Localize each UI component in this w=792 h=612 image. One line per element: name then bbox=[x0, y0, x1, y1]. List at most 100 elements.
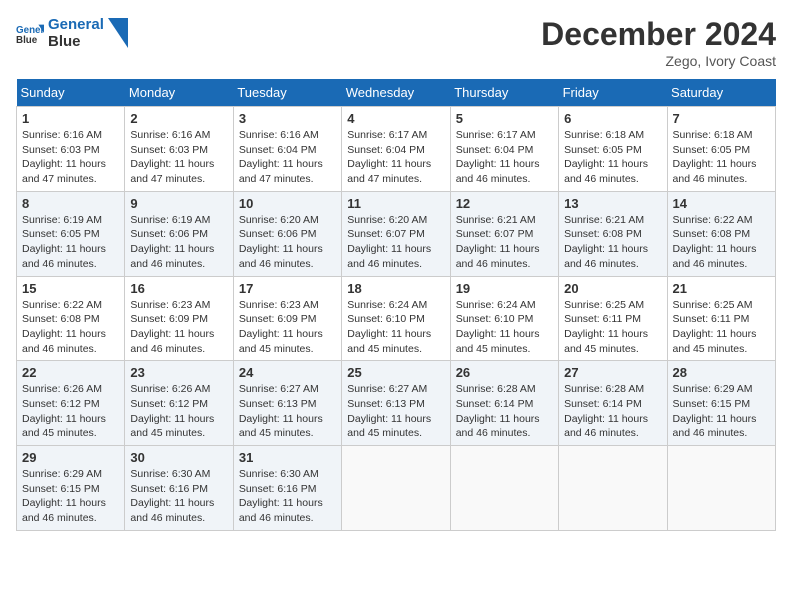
day-number: 31 bbox=[239, 450, 336, 465]
day-number: 14 bbox=[673, 196, 770, 211]
col-saturday: Saturday bbox=[667, 79, 775, 107]
table-row: 16 Sunrise: 6:23 AM Sunset: 6:09 PM Dayl… bbox=[125, 276, 233, 361]
table-row: 11 Sunrise: 6:20 AM Sunset: 6:07 PM Dayl… bbox=[342, 191, 450, 276]
day-number: 11 bbox=[347, 196, 444, 211]
table-row bbox=[667, 446, 775, 531]
day-number: 17 bbox=[239, 281, 336, 296]
table-row: 27 Sunrise: 6:28 AM Sunset: 6:14 PM Dayl… bbox=[559, 361, 667, 446]
col-thursday: Thursday bbox=[450, 79, 558, 107]
table-row: 9 Sunrise: 6:19 AM Sunset: 6:06 PM Dayli… bbox=[125, 191, 233, 276]
day-info: Sunrise: 6:18 AM Sunset: 6:05 PM Dayligh… bbox=[673, 128, 770, 187]
logo: General Blue General Blue bbox=[16, 16, 128, 50]
table-row: 23 Sunrise: 6:26 AM Sunset: 6:12 PM Dayl… bbox=[125, 361, 233, 446]
day-info: Sunrise: 6:19 AM Sunset: 6:06 PM Dayligh… bbox=[130, 213, 227, 272]
day-info: Sunrise: 6:18 AM Sunset: 6:05 PM Dayligh… bbox=[564, 128, 661, 187]
day-number: 19 bbox=[456, 281, 553, 296]
table-row: 3 Sunrise: 6:16 AM Sunset: 6:04 PM Dayli… bbox=[233, 107, 341, 192]
day-info: Sunrise: 6:20 AM Sunset: 6:07 PM Dayligh… bbox=[347, 213, 444, 272]
table-row: 17 Sunrise: 6:23 AM Sunset: 6:09 PM Dayl… bbox=[233, 276, 341, 361]
day-number: 16 bbox=[130, 281, 227, 296]
day-info: Sunrise: 6:28 AM Sunset: 6:14 PM Dayligh… bbox=[564, 382, 661, 441]
calendar-header-row: Sunday Monday Tuesday Wednesday Thursday… bbox=[17, 79, 776, 107]
day-number: 10 bbox=[239, 196, 336, 211]
day-number: 8 bbox=[22, 196, 119, 211]
day-number: 4 bbox=[347, 111, 444, 126]
table-row: 2 Sunrise: 6:16 AM Sunset: 6:03 PM Dayli… bbox=[125, 107, 233, 192]
table-row: 22 Sunrise: 6:26 AM Sunset: 6:12 PM Dayl… bbox=[17, 361, 125, 446]
table-row: 13 Sunrise: 6:21 AM Sunset: 6:08 PM Dayl… bbox=[559, 191, 667, 276]
day-info: Sunrise: 6:30 AM Sunset: 6:16 PM Dayligh… bbox=[239, 467, 336, 526]
table-row: 14 Sunrise: 6:22 AM Sunset: 6:08 PM Dayl… bbox=[667, 191, 775, 276]
table-row: 6 Sunrise: 6:18 AM Sunset: 6:05 PM Dayli… bbox=[559, 107, 667, 192]
month-title: December 2024 bbox=[541, 16, 776, 53]
table-row: 12 Sunrise: 6:21 AM Sunset: 6:07 PM Dayl… bbox=[450, 191, 558, 276]
logo-icon: General Blue bbox=[16, 19, 44, 47]
table-row: 1 Sunrise: 6:16 AM Sunset: 6:03 PM Dayli… bbox=[17, 107, 125, 192]
day-number: 30 bbox=[130, 450, 227, 465]
title-area: December 2024 Zego, Ivory Coast bbox=[541, 16, 776, 69]
table-row: 18 Sunrise: 6:24 AM Sunset: 6:10 PM Dayl… bbox=[342, 276, 450, 361]
calendar-table: Sunday Monday Tuesday Wednesday Thursday… bbox=[16, 79, 776, 531]
page-header: General Blue General Blue December 2024 … bbox=[16, 16, 776, 69]
col-friday: Friday bbox=[559, 79, 667, 107]
col-tuesday: Tuesday bbox=[233, 79, 341, 107]
day-number: 18 bbox=[347, 281, 444, 296]
table-row bbox=[559, 446, 667, 531]
location: Zego, Ivory Coast bbox=[541, 53, 776, 69]
table-row: 30 Sunrise: 6:30 AM Sunset: 6:16 PM Dayl… bbox=[125, 446, 233, 531]
day-number: 28 bbox=[673, 365, 770, 380]
day-number: 22 bbox=[22, 365, 119, 380]
day-info: Sunrise: 6:23 AM Sunset: 6:09 PM Dayligh… bbox=[130, 298, 227, 357]
day-info: Sunrise: 6:27 AM Sunset: 6:13 PM Dayligh… bbox=[239, 382, 336, 441]
logo-blue: Blue bbox=[48, 33, 104, 50]
day-number: 29 bbox=[22, 450, 119, 465]
table-row: 25 Sunrise: 6:27 AM Sunset: 6:13 PM Dayl… bbox=[342, 361, 450, 446]
day-number: 26 bbox=[456, 365, 553, 380]
table-row: 28 Sunrise: 6:29 AM Sunset: 6:15 PM Dayl… bbox=[667, 361, 775, 446]
day-info: Sunrise: 6:21 AM Sunset: 6:07 PM Dayligh… bbox=[456, 213, 553, 272]
day-number: 25 bbox=[347, 365, 444, 380]
table-row: 8 Sunrise: 6:19 AM Sunset: 6:05 PM Dayli… bbox=[17, 191, 125, 276]
day-info: Sunrise: 6:16 AM Sunset: 6:03 PM Dayligh… bbox=[22, 128, 119, 187]
day-number: 12 bbox=[456, 196, 553, 211]
table-row: 10 Sunrise: 6:20 AM Sunset: 6:06 PM Dayl… bbox=[233, 191, 341, 276]
day-info: Sunrise: 6:16 AM Sunset: 6:03 PM Dayligh… bbox=[130, 128, 227, 187]
logo-arrow-icon bbox=[108, 18, 128, 48]
table-row: 5 Sunrise: 6:17 AM Sunset: 6:04 PM Dayli… bbox=[450, 107, 558, 192]
day-info: Sunrise: 6:25 AM Sunset: 6:11 PM Dayligh… bbox=[673, 298, 770, 357]
table-row: 4 Sunrise: 6:17 AM Sunset: 6:04 PM Dayli… bbox=[342, 107, 450, 192]
calendar-week-row: 15 Sunrise: 6:22 AM Sunset: 6:08 PM Dayl… bbox=[17, 276, 776, 361]
day-info: Sunrise: 6:28 AM Sunset: 6:14 PM Dayligh… bbox=[456, 382, 553, 441]
day-info: Sunrise: 6:25 AM Sunset: 6:11 PM Dayligh… bbox=[564, 298, 661, 357]
day-info: Sunrise: 6:17 AM Sunset: 6:04 PM Dayligh… bbox=[456, 128, 553, 187]
logo-general: General bbox=[48, 16, 104, 33]
day-info: Sunrise: 6:21 AM Sunset: 6:08 PM Dayligh… bbox=[564, 213, 661, 272]
calendar-week-row: 29 Sunrise: 6:29 AM Sunset: 6:15 PM Dayl… bbox=[17, 446, 776, 531]
table-row: 19 Sunrise: 6:24 AM Sunset: 6:10 PM Dayl… bbox=[450, 276, 558, 361]
table-row: 24 Sunrise: 6:27 AM Sunset: 6:13 PM Dayl… bbox=[233, 361, 341, 446]
day-number: 13 bbox=[564, 196, 661, 211]
calendar-week-row: 22 Sunrise: 6:26 AM Sunset: 6:12 PM Dayl… bbox=[17, 361, 776, 446]
day-number: 2 bbox=[130, 111, 227, 126]
day-number: 7 bbox=[673, 111, 770, 126]
day-number: 23 bbox=[130, 365, 227, 380]
table-row bbox=[342, 446, 450, 531]
day-number: 20 bbox=[564, 281, 661, 296]
day-info: Sunrise: 6:24 AM Sunset: 6:10 PM Dayligh… bbox=[456, 298, 553, 357]
day-info: Sunrise: 6:23 AM Sunset: 6:09 PM Dayligh… bbox=[239, 298, 336, 357]
day-info: Sunrise: 6:22 AM Sunset: 6:08 PM Dayligh… bbox=[22, 298, 119, 357]
day-number: 3 bbox=[239, 111, 336, 126]
day-number: 9 bbox=[130, 196, 227, 211]
day-info: Sunrise: 6:17 AM Sunset: 6:04 PM Dayligh… bbox=[347, 128, 444, 187]
day-info: Sunrise: 6:26 AM Sunset: 6:12 PM Dayligh… bbox=[130, 382, 227, 441]
col-monday: Monday bbox=[125, 79, 233, 107]
day-number: 27 bbox=[564, 365, 661, 380]
day-info: Sunrise: 6:16 AM Sunset: 6:04 PM Dayligh… bbox=[239, 128, 336, 187]
day-number: 6 bbox=[564, 111, 661, 126]
day-info: Sunrise: 6:19 AM Sunset: 6:05 PM Dayligh… bbox=[22, 213, 119, 272]
col-sunday: Sunday bbox=[17, 79, 125, 107]
svg-text:Blue: Blue bbox=[16, 35, 38, 46]
col-wednesday: Wednesday bbox=[342, 79, 450, 107]
day-info: Sunrise: 6:22 AM Sunset: 6:08 PM Dayligh… bbox=[673, 213, 770, 272]
table-row: 31 Sunrise: 6:30 AM Sunset: 6:16 PM Dayl… bbox=[233, 446, 341, 531]
